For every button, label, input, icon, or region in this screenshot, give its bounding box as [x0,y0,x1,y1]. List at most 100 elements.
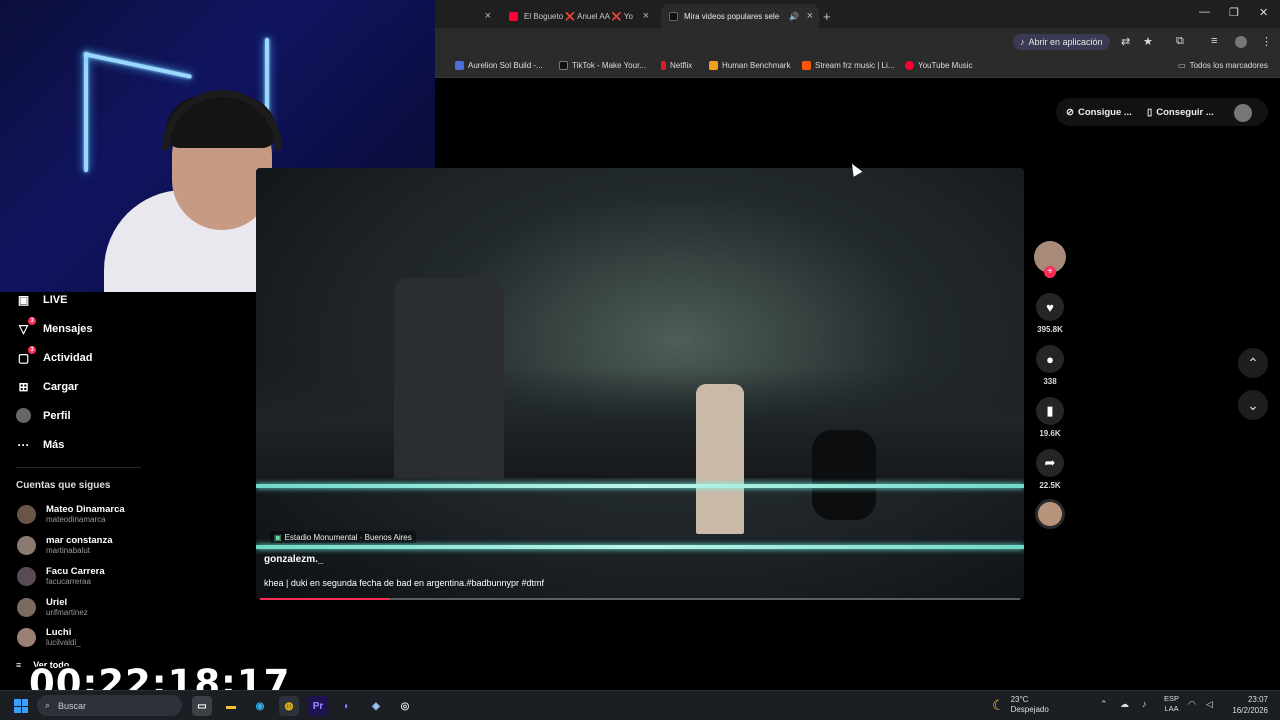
weather-desc: Despejado [1010,705,1049,714]
task-view-icon[interactable]: ▭ [192,696,212,716]
led-strip [83,52,193,79]
bookmark-icon: ▮ [1036,397,1064,425]
upload-icon: ⊞ [18,379,29,394]
video-progress-fill [260,598,390,600]
keyboard-layout: LAA [1164,704,1179,713]
sidebar-item-live[interactable]: ▣ LIVE [16,292,68,307]
taskbar-search[interactable]: ⌕ Buscar [37,695,182,716]
profile-avatar[interactable] [1235,36,1247,48]
video-progress[interactable] [260,598,1020,600]
video-author[interactable]: gonzalezm._ [264,554,323,565]
tray-chevron-icon[interactable]: ⌃ [1100,699,1108,710]
headphones [162,90,282,150]
bookmark[interactable]: Aurelion Sol Build -... [455,61,543,70]
close-window-icon[interactable]: ✕ [1259,6,1268,19]
sidebar-item-messages[interactable]: ▽ 3 Mensajes [16,317,93,336]
sidebar: ▣ LIVE ▽ 3 Mensajes ▢ 3 Actividad ⊞ Cargar… [0,292,250,690]
wifi-icon[interactable]: ◠ [1188,699,1196,710]
activity-icon: ▢ 3 [16,346,36,365]
taskbar: ⌕ Buscar ▭ ▬ ◉ ◍ Pr ◐ ◈ ◎ ☾ 23°C Despejad… [0,690,1280,720]
follow-plus-icon[interactable]: + [1044,266,1056,278]
new-tab-button[interactable]: + [823,4,837,28]
language-indicator[interactable]: ESP LAA [1164,694,1179,714]
discord-icon[interactable]: ◐ [337,696,357,716]
previous-video-button[interactable]: ⌃ [1238,348,1268,378]
folder-icon: ▭ [1178,61,1186,70]
premiere-icon[interactable]: Pr [308,696,328,716]
following-account[interactable]: Uriel urifmartinez [17,597,88,617]
weather-widget[interactable]: ☾ 23°C Despejado [992,695,1049,715]
bookmark[interactable]: Human Benchmark [709,61,790,70]
following-account[interactable]: mar constanza martinabalut [17,535,113,555]
bookmark[interactable]: Netflix [661,61,692,70]
close-tab-icon[interactable]: × [485,10,491,22]
moon-icon: ☾ [992,696,1005,713]
like-button[interactable]: ♥ 395.8K [1036,293,1064,334]
tab-tiktok[interactable]: Mira videos populares sele 🔊 × [661,4,819,28]
screen: × El Bogueto ❌ Anuel AA ❌ Yo × Mira vide… [0,0,1280,720]
save-button[interactable]: ▮ 19.6K [1036,397,1064,438]
close-tab-icon[interactable]: × [643,10,649,22]
get-coins-button[interactable]: ⊘ Consigue ... [1066,103,1132,122]
avatar [17,504,36,524]
volume-icon[interactable]: ◁ [1206,699,1213,710]
sidebar-item-more[interactable]: ··· Más [16,437,65,452]
account-name: Mateo Dinamarca [46,504,125,515]
tab-youtube[interactable]: El Bogueto ❌ Anuel AA ❌ Yo × [505,4,655,28]
translate-icon[interactable]: ⇄ [1121,35,1130,48]
tiktok-icon [559,61,568,70]
account-name: Uriel [46,597,68,608]
tab[interactable]: × [435,4,497,28]
following-account[interactable]: Facu Carrera facucarreraa [17,566,105,586]
following-account[interactable]: Mateo Dinamarca mateodinamarca [17,504,125,524]
bookmark[interactable]: YouTube Music [905,61,973,70]
star-icon[interactable]: ★ [1143,35,1153,48]
microphone-icon[interactable]: ♪ [1142,699,1147,709]
account-handle: lucilvaldi_ [46,638,81,647]
obs-icon[interactable]: ◎ [395,696,415,716]
restore-icon[interactable]: ❐ [1229,6,1239,19]
taskbar-clock[interactable]: 23:07 16/2/2026 [1226,694,1268,716]
edge-icon[interactable]: ◉ [250,696,270,716]
comment-count: 338 [1043,377,1057,386]
bookmark-label: Human Benchmark [722,61,791,70]
all-bookmarks[interactable]: ▭ Todos los marcadores [1178,61,1268,70]
steam-icon[interactable]: ◈ [366,696,386,716]
following-account[interactable]: Luchi lucilvaldi_ [17,627,81,647]
bookmark[interactable]: TikTok - Make Your... [559,61,646,70]
sidebar-item-activity[interactable]: ▢ 3 Actividad [16,346,93,365]
user-avatar[interactable] [1234,104,1252,122]
account-handle: facucarreraa [46,577,91,586]
extensions-icon[interactable]: ⧉ [1176,35,1184,48]
comment-button[interactable]: ● 338 [1036,345,1064,386]
speaker-icon[interactable]: 🔊 [789,12,799,21]
bookmark[interactable]: Stream frz music | Li... [802,61,894,70]
avatar [17,597,36,617]
location-tag[interactable]: ▣ Estadio Monumental · Buenos Aires [270,531,416,543]
avatar [17,627,36,647]
windows-start-icon[interactable] [14,699,28,713]
share-button[interactable]: ➦ 22.5K [1036,449,1064,490]
sidebar-item-profile[interactable]: Perfil [16,408,71,423]
file-explorer-icon[interactable]: ▬ [221,696,241,716]
sound-disc[interactable] [1035,499,1065,529]
bookmark-label: TikTok - Make Your... [572,61,646,70]
media-icon[interactable]: ≡ [1211,35,1217,47]
sidebar-item-label: LIVE [43,293,68,306]
next-video-button[interactable]: ⌄ [1238,390,1268,420]
minimize-icon[interactable]: — [1199,6,1210,18]
tab-label: Mira videos populares sele [684,11,780,21]
account-name: Luchi [46,627,72,638]
pin-icon: ▣ [274,532,282,542]
sidebar-item-upload[interactable]: ⊞ Cargar [16,379,78,394]
close-tab-icon[interactable]: × [807,10,813,22]
performer-left [394,278,504,478]
menu-icon[interactable]: ⋮ [1261,35,1272,48]
chevron-down-icon: ⌄ [1247,396,1259,413]
get-app-button[interactable]: ▯ Conseguir ... [1147,103,1214,122]
open-in-app-button[interactable]: ♪ Abrir en aplicación [1013,34,1110,50]
notification-badge: 3 [28,317,36,325]
onedrive-icon[interactable]: ☁ [1120,699,1129,710]
chrome-icon[interactable]: ◍ [279,696,299,716]
tab-label: El Bogueto ❌ Anuel AA ❌ Yo [524,11,633,21]
